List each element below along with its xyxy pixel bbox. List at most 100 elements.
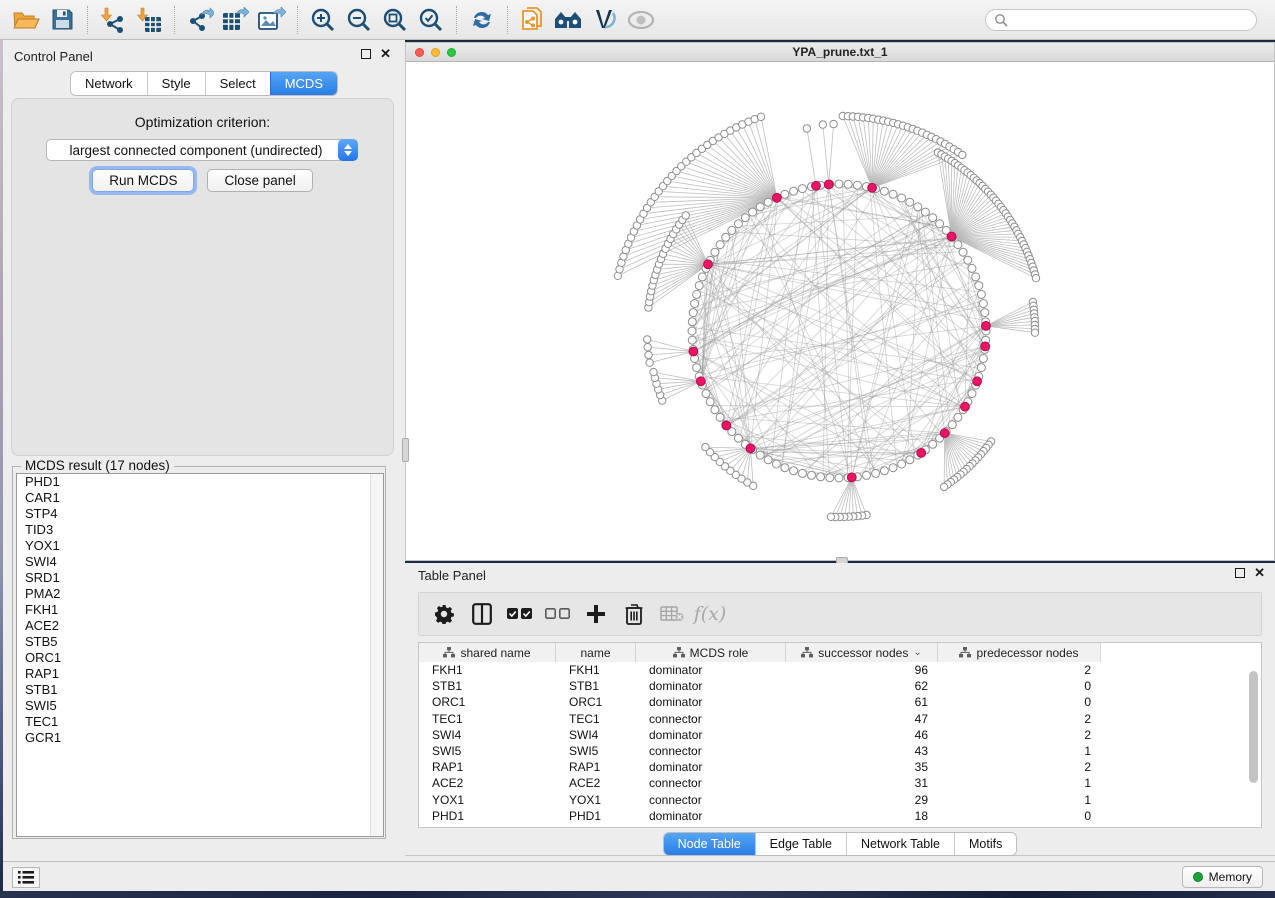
zoom-selected-icon[interactable] (413, 3, 449, 37)
cell-mcds-role: dominator (636, 808, 786, 824)
mcds-result-item[interactable]: ORC1 (17, 650, 383, 666)
cell-filler (1101, 759, 1261, 775)
run-mcds-button[interactable]: Run MCDS (92, 169, 194, 192)
mcds-result-item[interactable]: TEC1 (17, 714, 383, 730)
mcds-result-item[interactable]: ACE2 (17, 618, 383, 634)
column-header-MCDS-role[interactable]: MCDS role (636, 643, 786, 662)
cell-shared-name: TEC1 (419, 711, 556, 727)
tab-style[interactable]: Style (147, 72, 205, 95)
mcds-result-item[interactable]: SWI5 (17, 698, 383, 714)
open-file-icon[interactable] (8, 3, 44, 37)
cell-predecessor-nodes: 2 (938, 759, 1101, 775)
mcds-result-item[interactable]: STP4 (17, 506, 383, 522)
network-window-titlebar[interactable]: YPA_prune.txt_1 (406, 43, 1274, 62)
zoom-fit-icon[interactable] (377, 3, 413, 37)
desktop-wallpaper-bottom (0, 891, 1275, 898)
float-panel-icon[interactable] (361, 49, 371, 59)
column-header-predecessor-nodes[interactable]: predecessor nodes (938, 643, 1101, 662)
mcds-result-item[interactable]: RAP1 (17, 666, 383, 682)
cell-shared-name: RAP1 (419, 759, 556, 775)
mcds-result-item[interactable]: CAR1 (17, 490, 383, 506)
delete-table-icon[interactable] (659, 601, 685, 627)
table-row[interactable]: STB1STB1dominator620 (419, 678, 1261, 694)
column-header-successor-nodes[interactable]: successor nodes⌄ (786, 643, 938, 662)
export-table-icon[interactable] (218, 3, 254, 37)
cell-name: ACE2 (556, 775, 636, 791)
zoom-out-icon[interactable] (341, 3, 377, 37)
tab-mcds[interactable]: MCDS (270, 72, 337, 95)
search-network-icon[interactable] (551, 3, 587, 37)
import-network-icon[interactable] (95, 3, 131, 37)
cell-successor-nodes: 31 (786, 775, 938, 791)
list-scrollbar[interactable] (370, 474, 383, 836)
select-all-checkboxes-icon[interactable] (507, 601, 533, 627)
export-image-icon[interactable] (254, 3, 290, 37)
table-row[interactable]: ORC1ORC1dominator610 (419, 694, 1261, 710)
tab-select[interactable]: Select (205, 72, 270, 95)
node-table[interactable]: shared namenameMCDS rolesuccessor nodes⌄… (418, 642, 1262, 828)
mcds-result-item[interactable]: SWI4 (17, 554, 383, 570)
tab-network-table[interactable]: Network Table (846, 833, 954, 855)
delete-column-icon[interactable] (621, 601, 647, 627)
tab-network[interactable]: Network (71, 72, 147, 95)
cell-predecessor-nodes: 0 (938, 808, 1101, 824)
add-column-icon[interactable] (583, 601, 609, 627)
table-row[interactable]: ACE2ACE2connector311 (419, 775, 1261, 791)
vertical-splitter-handle[interactable] (402, 438, 409, 462)
mcds-result-list[interactable]: PHD1CAR1STP4TID3YOX1SWI4SRD1PMA2FKH1ACE2… (16, 473, 384, 837)
table-row[interactable]: SWI5SWI5connector431 (419, 743, 1261, 759)
mcds-result-item[interactable]: YOX1 (17, 538, 383, 554)
function-builder-icon[interactable]: f(x) (697, 601, 723, 627)
panel-divider (405, 855, 1275, 856)
search-box[interactable] (985, 9, 1257, 31)
mcds-result-item[interactable]: TID3 (17, 522, 383, 538)
show-columns-icon[interactable] (469, 601, 495, 627)
settings-gear-icon[interactable] (431, 601, 457, 627)
tab-motifs[interactable]: Motifs (954, 833, 1016, 855)
table-row[interactable]: TEC1TEC1connector472 (419, 711, 1261, 727)
search-input[interactable] (1008, 13, 1248, 27)
table-row[interactable]: FKH1FKH1dominator962 (419, 662, 1261, 678)
criterion-dropdown[interactable]: largest connected component (undirected) (46, 139, 358, 161)
mcds-result-item[interactable]: PHD1 (17, 474, 383, 490)
mcds-result-item[interactable]: STB5 (17, 634, 383, 650)
table-row[interactable]: PHD1PHD1dominator180 (419, 808, 1261, 824)
mcds-result-item[interactable]: GCR1 (17, 730, 383, 746)
mcds-result-item[interactable]: STB1 (17, 682, 383, 698)
cell-predecessor-nodes: 2 (938, 662, 1101, 678)
cell-filler (1101, 775, 1261, 791)
panel-list-button[interactable] (12, 867, 40, 888)
mcds-result-item[interactable]: FKH1 (17, 602, 383, 618)
deselect-all-checkboxes-icon[interactable] (545, 601, 571, 627)
zoom-in-icon[interactable] (305, 3, 341, 37)
control-panel-title: Control Panel (14, 49, 93, 64)
save-session-icon[interactable] (44, 3, 80, 37)
share-document-icon[interactable] (515, 3, 551, 37)
mcds-result-item[interactable]: PMA2 (17, 586, 383, 602)
table-row[interactable]: SWI4SWI4dominator462 (419, 727, 1261, 743)
export-network-icon[interactable] (182, 3, 218, 37)
tab-edge-table[interactable]: Edge Table (755, 833, 846, 855)
import-table-icon[interactable] (131, 3, 167, 37)
column-header-name[interactable]: name (556, 643, 636, 662)
close-panel-button[interactable]: Close panel (207, 169, 312, 192)
table-panel-title: Table Panel (418, 568, 486, 583)
close-panel-icon[interactable]: ✕ (380, 49, 391, 59)
network-view-window: YPA_prune.txt_1 (405, 42, 1275, 561)
close-panel-icon[interactable]: ✕ (1254, 568, 1265, 578)
tab-node-table[interactable]: Node Table (664, 833, 755, 855)
table-scrollbar[interactable] (1249, 671, 1258, 783)
column-header-shared-name[interactable]: shared name (419, 643, 556, 662)
refresh-icon[interactable] (464, 3, 500, 37)
cell-mcds-role: dominator (636, 678, 786, 694)
memory-button[interactable]: Memory (1182, 866, 1263, 888)
cell-successor-nodes: 47 (786, 711, 938, 727)
table-row[interactable]: YOX1YOX1connector291 (419, 792, 1261, 808)
cell-mcds-role: connector (636, 743, 786, 759)
show-hide-icon[interactable] (623, 3, 659, 37)
mcds-result-item[interactable]: SRD1 (17, 570, 383, 586)
vizmapper-icon[interactable] (587, 3, 623, 37)
table-row[interactable]: RAP1RAP1dominator352 (419, 759, 1261, 775)
float-panel-icon[interactable] (1235, 568, 1245, 578)
network-canvas[interactable] (406, 62, 1274, 560)
